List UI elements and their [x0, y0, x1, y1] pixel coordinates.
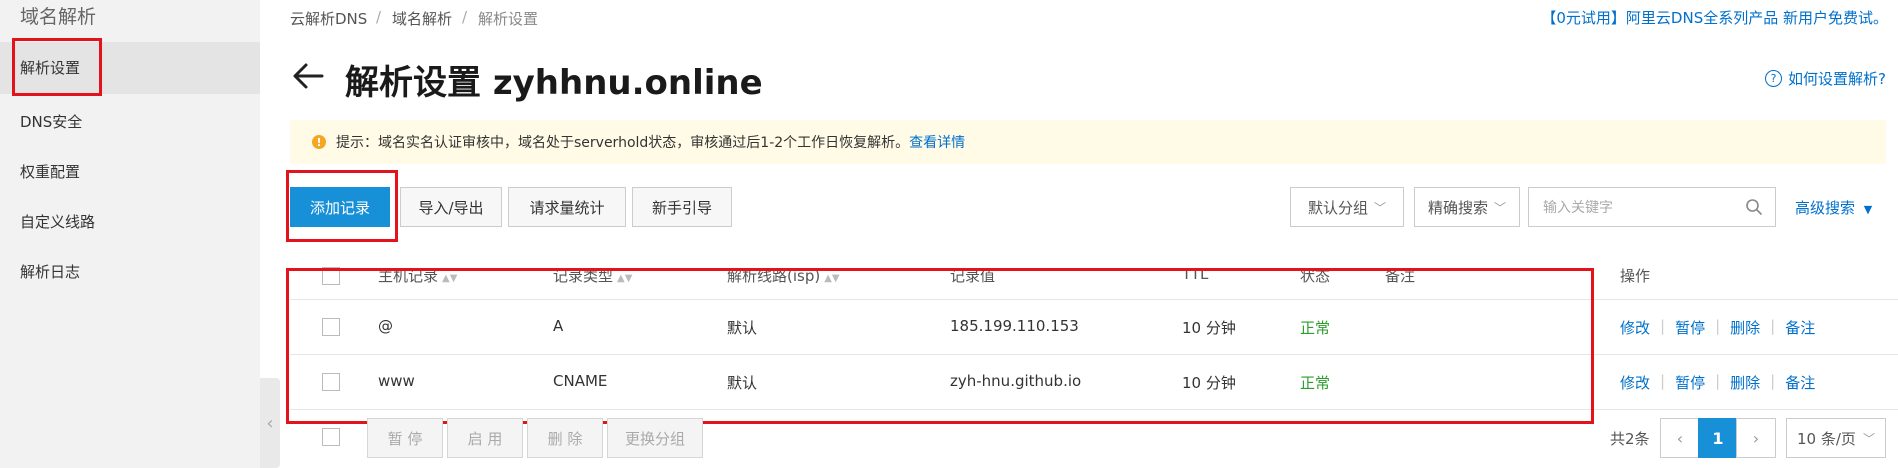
- chevron-left-icon: ‹: [266, 412, 274, 434]
- help-link-label: 如何设置解析?: [1788, 70, 1886, 88]
- batch-enable-button[interactable]: 启 用: [447, 418, 523, 458]
- question-circle-icon: ?: [1765, 70, 1783, 87]
- promo-link[interactable]: 【0元试用】阿里云DNS全系列产品 新用户免费试。: [1541, 7, 1888, 28]
- highlight-box-sidebar: [12, 38, 102, 96]
- request-stats-button[interactable]: 请求量统计: [508, 187, 626, 227]
- page-button-current[interactable]: 1: [1698, 418, 1738, 458]
- group-select-value: 默认分组: [1307, 198, 1368, 217]
- warning-icon: !: [312, 135, 326, 149]
- chevron-down-icon: ﹀: [1862, 431, 1875, 446]
- page-size-select[interactable]: 10 条/页 ﹀: [1786, 418, 1886, 458]
- change-group-button[interactable]: 更换分组: [607, 418, 703, 458]
- edit-link[interactable]: 修改: [1620, 372, 1650, 393]
- sidebar-item-custom-line[interactable]: 自定义线路: [0, 196, 260, 248]
- delete-link[interactable]: 删除: [1730, 372, 1760, 393]
- bottom-select-all-checkbox[interactable]: [322, 428, 340, 446]
- pause-link[interactable]: 暂停: [1675, 372, 1705, 393]
- row-actions: 修改 | 暂停 | 删除 | 备注: [1620, 317, 1816, 338]
- total-count: 共2条: [1610, 430, 1650, 448]
- delete-link[interactable]: 删除: [1730, 317, 1760, 338]
- search-icon[interactable]: [1745, 198, 1763, 216]
- advanced-search-link[interactable]: 高级搜索 ▼: [1795, 197, 1872, 218]
- group-select[interactable]: 默认分组 ﹀: [1290, 187, 1404, 227]
- prev-page-button[interactable]: ‹: [1660, 418, 1700, 458]
- newbie-guide-button[interactable]: 新手引导: [632, 187, 732, 227]
- notice-banner: ! 提示：域名实名认证审核中，域名处于serverhold状态，审核通过后1-2…: [290, 120, 1886, 164]
- chevron-down-icon: ﹀: [1374, 200, 1387, 215]
- import-export-button[interactable]: 导入/导出: [400, 187, 502, 227]
- highlight-box-add-record: [286, 170, 398, 242]
- search-placeholder: 输入关键字: [1543, 200, 1613, 216]
- breadcrumb-separator: /: [376, 8, 382, 26]
- sidebar-item-weight-config[interactable]: 权重配置: [0, 146, 260, 198]
- back-arrow-icon[interactable]: [290, 58, 326, 94]
- advanced-search-label: 高级搜索: [1795, 199, 1856, 217]
- notice-detail-link[interactable]: 查看详情: [909, 132, 965, 152]
- edit-link[interactable]: 修改: [1620, 317, 1650, 338]
- page-size-value: 10 条/页: [1797, 429, 1856, 448]
- batch-pause-button[interactable]: 暂 停: [367, 418, 443, 458]
- breadcrumb-item-cloud-dns[interactable]: 云解析DNS: [290, 8, 367, 29]
- pause-link[interactable]: 暂停: [1675, 317, 1705, 338]
- batch-delete-button[interactable]: 删 除: [527, 418, 603, 458]
- notice-text: 提示：域名实名认证审核中，域名处于serverhold状态，审核通过后1-2个工…: [336, 135, 910, 151]
- sidebar-collapse-handle[interactable]: ‹: [260, 378, 280, 468]
- highlight-box-records: [286, 268, 1594, 424]
- next-page-button[interactable]: ›: [1736, 418, 1776, 458]
- sidebar-title: 域名解析: [20, 6, 97, 28]
- search-input[interactable]: 输入关键字: [1528, 187, 1776, 227]
- breadcrumb-item-current: 解析设置: [478, 10, 539, 28]
- help-link[interactable]: ? 如何设置解析?: [1765, 68, 1886, 89]
- remark-link[interactable]: 备注: [1785, 317, 1815, 338]
- breadcrumb-item-domain-resolve[interactable]: 域名解析: [392, 8, 452, 29]
- breadcrumb-separator: /: [462, 8, 468, 26]
- remark-link[interactable]: 备注: [1785, 372, 1815, 393]
- chevron-down-icon: ﹀: [1494, 200, 1507, 215]
- sidebar-item-dns-security[interactable]: DNS安全: [0, 96, 260, 148]
- search-mode-select[interactable]: 精确搜索 ﹀: [1414, 187, 1520, 227]
- sidebar-item-resolve-log[interactable]: 解析日志: [0, 246, 260, 298]
- caret-down-icon: ▼: [1863, 203, 1873, 216]
- page-title: 解析设置 zyhhnu.online: [345, 63, 763, 103]
- column-header-ops: 操作: [1620, 267, 1651, 285]
- search-mode-value: 精确搜索: [1427, 198, 1488, 217]
- chevron-right-icon: ›: [1752, 428, 1760, 448]
- chevron-left-icon: ‹: [1676, 428, 1684, 448]
- row-actions: 修改 | 暂停 | 删除 | 备注: [1620, 372, 1816, 393]
